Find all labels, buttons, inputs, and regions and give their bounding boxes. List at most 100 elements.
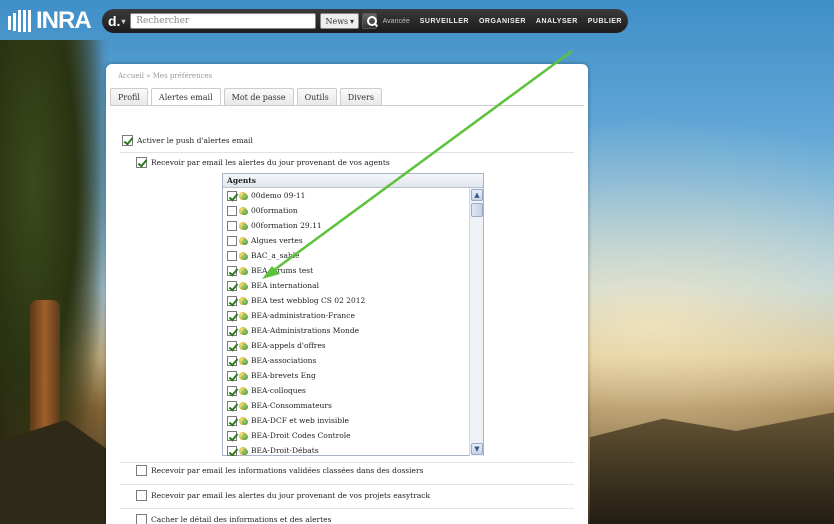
separator [120,462,574,463]
option-folders-row: Recevoir par email les informations vali… [136,465,423,476]
agent-item[interactable]: BEA forums test [223,263,469,278]
agent-label: BEA-brevets Eng [251,371,316,380]
option-agents-row: Recevoir par email les alertes du jour p… [136,157,390,168]
scroll-down-icon[interactable]: ▼ [471,443,483,455]
search-scope-value: News [325,16,349,26]
search-button[interactable] [361,13,377,29]
nav-publier[interactable]: PUBLIER [588,18,622,25]
agents-daily-checkbox[interactable] [136,157,147,168]
agents-daily-label: Recevoir par email les alertes du jour p… [151,158,390,167]
agent-checkbox[interactable] [227,415,237,426]
agents-list-header: Agents [223,174,483,188]
hide-details-checkbox[interactable] [136,514,147,524]
inra-logo[interactable]: INRA [6,6,92,36]
agent-checkbox[interactable] [227,295,237,306]
agents-list: Agents 00demo 09-11 00formation 00formatio… [222,173,484,456]
agent-globe-icon [239,416,249,426]
agent-item[interactable]: BEA-associations [223,353,469,368]
agent-globe-icon [239,236,249,246]
agent-checkbox[interactable] [227,190,237,201]
agent-globe-icon [239,326,249,336]
agent-item[interactable]: BEA-brevets Eng [223,368,469,383]
agent-globe-icon [239,401,249,411]
agents-list-body: 00demo 09-11 00formation 00formation 29.11… [223,188,469,456]
agent-item[interactable]: BEA-colloques [223,383,469,398]
agent-label: 00formation 29.11 [251,221,322,230]
separator [120,508,574,509]
search-input[interactable]: Rechercher [130,13,317,29]
app-menu-button[interactable]: d. ▾ [108,13,130,29]
agent-checkbox[interactable] [227,265,237,276]
agent-item[interactable]: BEA-Administrations Monde [223,323,469,338]
agent-item[interactable]: 00formation [223,203,469,218]
preferences-tabs: Profil Alertes email Mot de passe Outils… [110,88,382,106]
agent-item[interactable]: BEA-Consommateurs [223,398,469,413]
agent-checkbox[interactable] [227,220,237,231]
agent-item[interactable]: BEA-DCF et web invisible [223,413,469,428]
agent-label: BEA-DCF et web invisible [251,416,349,425]
option-push-row: Activer le push d'alertes email [122,135,253,146]
agent-item[interactable]: BEA international [223,278,469,293]
tab-divers[interactable]: Divers [339,88,382,105]
agent-checkbox[interactable] [227,385,237,396]
agent-checkbox[interactable] [227,325,237,336]
top-toolbar: d. ▾ Rechercher News ▾ Avancée SURVEILLE… [102,9,628,33]
agent-checkbox[interactable] [227,250,237,261]
agent-label: Algues vertes [251,236,303,245]
folders-checkbox[interactable] [136,465,147,476]
agent-label: BEA-appels d'offres [251,341,326,350]
push-checkbox[interactable] [122,135,133,146]
agent-globe-icon [239,311,249,321]
agent-checkbox[interactable] [227,310,237,321]
agent-label: BEA forums test [251,266,314,275]
agent-item[interactable]: BEA-Droit-Débats [223,443,469,456]
search-scope-select[interactable]: News ▾ [320,13,359,29]
agent-globe-icon [239,206,249,216]
nav-organiser[interactable]: ORGANISER [479,18,526,25]
agent-item[interactable]: Algues vertes [223,233,469,248]
tab-profil[interactable]: Profil [110,88,148,105]
agent-globe-icon [239,266,249,276]
chevron-down-icon: ▾ [349,16,354,26]
option-easytrack-row: Recevoir par email les alertes du jour p… [136,490,430,501]
agent-checkbox[interactable] [227,235,237,246]
agent-globe-icon [239,431,249,441]
breadcrumb: Accueil » Mes préférences [118,72,213,80]
agent-label: BEA-colloques [251,386,306,395]
agent-checkbox[interactable] [227,430,237,441]
agent-checkbox[interactable] [227,400,237,411]
agent-item[interactable]: 00demo 09-11 [223,188,469,203]
advanced-search-link[interactable]: Avancée [383,18,410,25]
agent-checkbox[interactable] [227,340,237,351]
agent-item[interactable]: BAC_a_sable [223,248,469,263]
chevron-down-icon: ▾ [121,16,126,26]
easytrack-label: Recevoir par email les alertes du jour p… [151,491,431,500]
tab-mot-de-passe[interactable]: Mot de passe [223,88,294,105]
tab-outils[interactable]: Outils [296,88,337,105]
agent-label: BAC_a_sable [251,251,300,260]
nav-analyser[interactable]: ANALYSER [536,18,578,25]
scroll-up-icon[interactable]: ▲ [471,189,483,201]
agent-checkbox[interactable] [227,445,237,456]
agent-item[interactable]: BEA-administration-France [223,308,469,323]
agent-item[interactable]: BEA test webblog CS 02 2012 [223,293,469,308]
scroll-thumb[interactable] [471,203,483,217]
agent-globe-icon [239,281,249,291]
nav-surveiller[interactable]: SURVEILLER [420,18,469,25]
agent-label: BEA international [251,281,319,290]
separator [120,152,574,153]
agent-checkbox[interactable] [227,355,237,366]
agent-checkbox[interactable] [227,280,237,291]
agents-scrollbar[interactable]: ▲ ▼ [469,188,483,456]
option-hide-details-row: Cacher le détail des informations et des… [136,514,331,524]
tab-alertes-email[interactable]: Alertes email [150,88,221,106]
agent-item[interactable]: 00formation 29.11 [223,218,469,233]
agent-globe-icon [239,446,249,456]
agent-item[interactable]: BEA-Droit Codes Controle [223,428,469,443]
easytrack-checkbox[interactable] [136,490,147,501]
agent-label: BEA-Administrations Monde [251,326,360,335]
agent-item[interactable]: BEA-appels d'offres [223,338,469,353]
agent-checkbox[interactable] [227,370,237,381]
logo-text: INRA [36,7,92,34]
agent-checkbox[interactable] [227,205,237,216]
